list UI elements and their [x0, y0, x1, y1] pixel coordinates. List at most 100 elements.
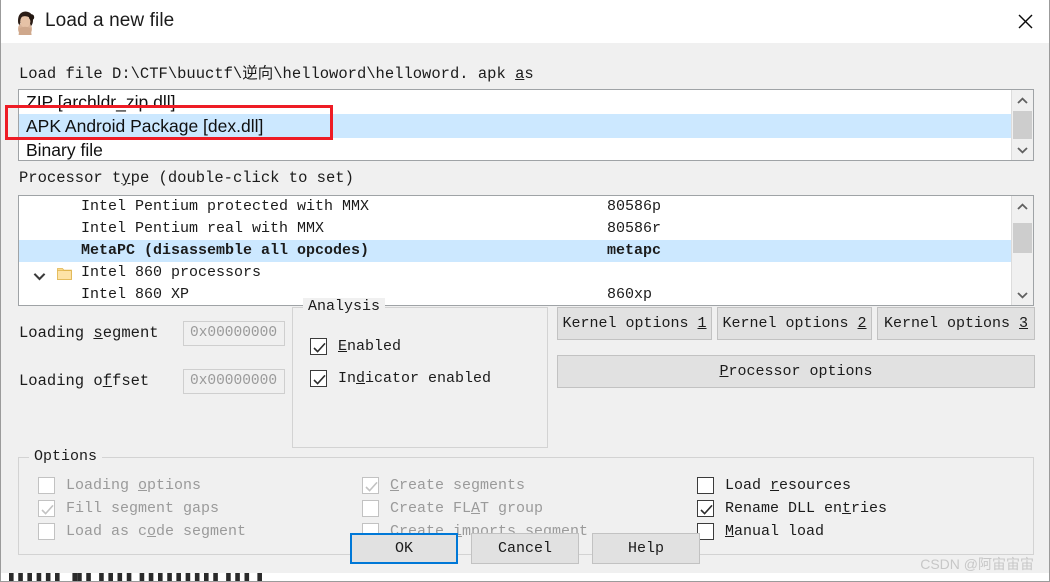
checkbox-box[interactable] — [38, 522, 55, 540]
ok-button[interactable]: OK — [350, 533, 458, 564]
kernel-options-3-button[interactable]: Kernel options 3 — [877, 307, 1035, 340]
checkbox-label: Loading options — [66, 477, 201, 494]
checkbox-box[interactable] — [310, 337, 327, 355]
row-gutter — [19, 240, 81, 262]
seg-label-mnemonic: s — [93, 324, 103, 342]
processor-type-label: Processor type (double-click to set) — [19, 169, 354, 187]
load-file-as-rest: s — [524, 65, 534, 83]
format-row-apk[interactable]: APK Android Package [dex.dll] — [19, 114, 1033, 138]
label-post: anual load — [734, 522, 825, 540]
scroll-up-icon[interactable] — [1012, 196, 1033, 217]
processor-row[interactable]: Intel Pentium protected with MMX 80586p — [19, 196, 1033, 218]
cancel-button[interactable]: Cancel — [471, 533, 579, 564]
off-label-mnemonic: f — [102, 372, 113, 390]
processor-label-mnemonic: y — [121, 169, 131, 187]
label-post: nabled — [347, 337, 402, 355]
checkbox-load-as-code-segment[interactable]: Load as code segment — [38, 520, 246, 542]
label-mnemonic: A — [471, 499, 481, 517]
btn-label-pre: Kernel options — [562, 315, 698, 332]
checkbox-indicator-enabled[interactable]: Indicator enabled — [310, 367, 491, 389]
load-file-prefix: Load file — [19, 65, 113, 83]
processor-row-metapc[interactable]: MetaPC (disassemble all opcodes) metapc — [19, 240, 1033, 262]
processor-row[interactable]: Intel 860 XP 860xp — [19, 284, 1033, 305]
checkbox-create-segments[interactable]: Create segments — [362, 474, 525, 496]
format-row-binary[interactable]: Binary file — [19, 138, 1033, 160]
format-list-scrollbar[interactable] — [1011, 90, 1033, 160]
label-mnemonic: t — [842, 499, 852, 517]
row-gutter — [19, 196, 81, 218]
checkbox-manual-load[interactable]: Manual load — [697, 520, 824, 542]
load-file-label: Load file D:\CTF\buuctf\逆向\helloword\hel… — [19, 61, 534, 83]
label-post: esources — [779, 476, 852, 494]
label-post: ries — [851, 499, 888, 517]
processor-row-code: metapc — [607, 242, 662, 259]
checkbox-box[interactable] — [362, 499, 379, 517]
processor-row-name: Intel Pentium real with MMX — [81, 220, 325, 237]
title-bar: Load a new file — [1, 0, 1049, 44]
processor-row-code: 80586p — [607, 198, 662, 215]
checkbox-label: Manual load — [725, 523, 824, 540]
label-post: ment gaps — [138, 499, 220, 517]
label-mnemonic: o — [147, 522, 157, 540]
loading-segment-input[interactable]: 0x00000000 — [183, 321, 285, 346]
label-pre: Create FL — [390, 499, 472, 517]
label-pre: Fill se — [66, 499, 130, 517]
folder-icon — [57, 266, 72, 280]
processor-list-scrollbar[interactable] — [1011, 196, 1033, 305]
checkbox-analysis-enabled[interactable]: Enabled — [310, 335, 401, 357]
scroll-down-icon[interactable] — [1012, 284, 1033, 305]
format-row-zip[interactable]: ZIP [archldr_zip.dll] — [19, 90, 1033, 114]
processor-row-name: Intel 860 XP — [81, 286, 190, 303]
off-label-post: fset — [112, 372, 150, 390]
label-mnemonic: g — [129, 499, 139, 517]
checkbox-box[interactable] — [362, 476, 379, 494]
btn-label-pre: Kernel options — [722, 315, 858, 332]
btn-label-mnemonic: 1 — [697, 315, 707, 332]
help-button[interactable]: Help — [592, 533, 700, 564]
scroll-up-icon[interactable] — [1012, 90, 1033, 111]
load-new-file-dialog: Load a new file Load file D:\CTF\buuctf\… — [0, 0, 1050, 582]
scroll-thumb[interactable] — [1013, 111, 1032, 139]
processor-type-listbox[interactable]: Intel Pentium protected with MMX 80586p … — [18, 195, 1034, 306]
label-pre: In — [338, 369, 357, 387]
dialog-body: Load file D:\CTF\buuctf\逆向\helloword\hel… — [1, 43, 1049, 581]
checkbox-loading-options[interactable]: Loading options — [38, 474, 201, 496]
label-mnemonic: d — [356, 369, 366, 387]
processor-row-code: 860xp — [607, 286, 653, 303]
checkbox-label: Enabled — [338, 338, 401, 355]
checkbox-box[interactable] — [38, 476, 55, 494]
checkbox-box[interactable] — [697, 476, 714, 494]
btn-label-mnemonic: P — [719, 363, 729, 380]
options-group-title: Options — [29, 448, 103, 465]
checkbox-load-resources[interactable]: Load resources — [697, 474, 851, 496]
processor-row-code: 80586r — [607, 220, 662, 237]
checkbox-box[interactable] — [697, 499, 714, 517]
checkbox-fill-segment-gaps[interactable]: Fill segment gaps — [38, 497, 219, 519]
kernel-options-1-button[interactable]: Kernel options 1 — [557, 307, 712, 340]
clipped-text: ▌▌▌▌▌▌ ▐▌▌ ▌▌▌▌ ▌▌▌▌▌▌▌▌▌ ▌▌▌ ▌ — [9, 573, 267, 581]
file-format-listbox[interactable]: ZIP [archldr_zip.dll] APK Android Packag… — [18, 89, 1034, 161]
btn-label-post: rocessor options — [728, 363, 873, 380]
label-mnemonic: E — [338, 337, 348, 355]
processor-row-name: Intel Pentium protected with MMX — [81, 198, 370, 215]
checkbox-label: Fill segment gaps — [66, 500, 219, 517]
processor-row-intel860-folder[interactable]: Intel 860 processors — [19, 262, 1033, 284]
off-label-pre: Loading o — [19, 372, 103, 390]
processor-row[interactable]: Intel Pentium real with MMX 80586r — [19, 218, 1033, 240]
kernel-options-2-button[interactable]: Kernel options 2 — [717, 307, 872, 340]
seg-label-post: egment — [102, 324, 159, 342]
loading-segment-label: Loading segment — [19, 324, 159, 342]
checkbox-create-flat-group[interactable]: Create FLAT group — [362, 497, 543, 519]
checkbox-rename-dll-entries[interactable]: Rename DLL entries — [697, 497, 887, 519]
checkbox-label: Rename DLL entries — [725, 500, 887, 517]
loading-offset-input[interactable]: 0x00000000 — [183, 369, 285, 394]
csdn-watermark: CSDN @阿宙宙宙 — [920, 556, 1034, 572]
checkbox-box[interactable] — [310, 369, 327, 387]
label-pre: Load — [725, 476, 771, 494]
scroll-thumb[interactable] — [1013, 223, 1032, 253]
row-gutter — [19, 284, 81, 305]
checkbox-box[interactable] — [38, 499, 55, 517]
scroll-down-icon[interactable] — [1012, 139, 1033, 160]
close-icon[interactable] — [999, 0, 1049, 42]
processor-options-button[interactable]: Processor options — [557, 355, 1035, 388]
